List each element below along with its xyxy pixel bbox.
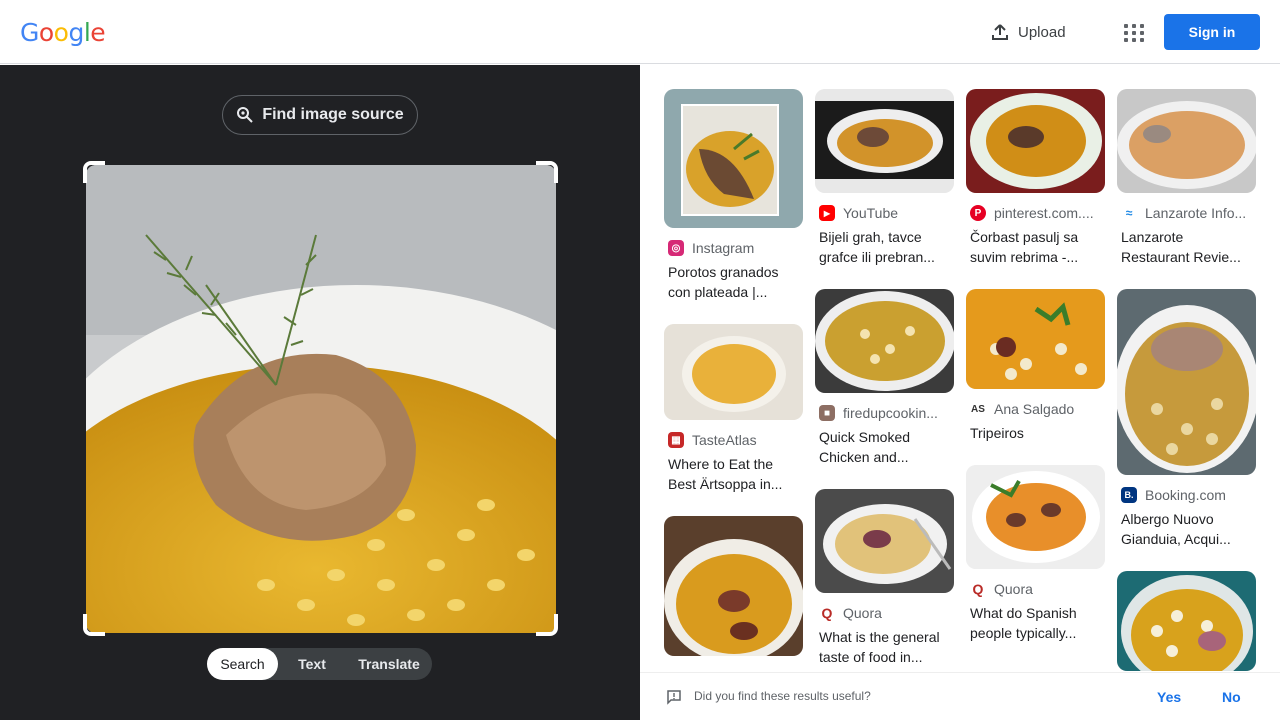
result-source-name: Lanzarote Info... xyxy=(1145,205,1247,221)
result-title[interactable]: What is the general taste of food in... xyxy=(819,627,951,667)
result-source-name: Quora xyxy=(994,581,1033,597)
top-bar: Google Upload Sign in xyxy=(0,0,1280,64)
result-source: ▦ TasteAtlas xyxy=(668,432,798,448)
find-image-source-label: Find image source xyxy=(262,106,404,123)
result-title[interactable]: Bijeli grah, tavce grafce ili prebran... xyxy=(819,227,951,267)
result-source-name: Instagram xyxy=(692,240,755,256)
result-source-name: firedupcookin... xyxy=(843,405,938,421)
result-thumbnail[interactable] xyxy=(966,289,1105,389)
logo-letter: e xyxy=(90,18,106,47)
result-thumbnail[interactable] xyxy=(1117,89,1256,193)
result-card[interactable]: Q Quora What do Spanish people typically… xyxy=(966,465,1106,643)
query-image-panel: Find image source Search Text Translate xyxy=(0,65,640,720)
result-source: P pinterest.com.... xyxy=(970,205,1100,221)
result-card[interactable]: ◎ Instagram Porotos granados con platead… xyxy=(664,89,804,302)
firedup-icon: ■ xyxy=(819,405,835,421)
booking-icon: B. xyxy=(1121,487,1137,503)
crop-handle-bottom-right[interactable] xyxy=(536,614,558,636)
logo-letter: o xyxy=(38,18,54,47)
feedback-yes-button[interactable]: Yes xyxy=(1157,689,1181,705)
find-image-source-button[interactable]: Find image source xyxy=(222,95,418,135)
result-thumbnail[interactable] xyxy=(1117,289,1256,475)
result-card[interactable]: AS Ana Salgado Tripeiros xyxy=(966,289,1106,463)
results-column: ▶ YouTube Bijeli grah, tavce grafce ili … xyxy=(815,89,955,667)
feedback-bar: Did you find these results useful? Yes N… xyxy=(640,672,1280,720)
crop-handle-top-right[interactable] xyxy=(536,161,558,183)
result-title[interactable]: Where to Eat the Best Ärtsoppa in... xyxy=(668,454,800,494)
tasteatlas-icon: ▦ xyxy=(668,432,684,448)
sign-in-button[interactable]: Sign in xyxy=(1164,14,1260,50)
quora-icon: Q xyxy=(819,605,835,621)
result-source: ■ firedupcookin... xyxy=(819,405,949,421)
result-title[interactable]: Albergo Nuovo Gianduia, Acqui... xyxy=(1121,509,1253,549)
result-title[interactable]: Lanzarote Restaurant Revie... xyxy=(1121,227,1253,267)
result-title[interactable]: What do Spanish people typically... xyxy=(970,603,1102,643)
result-thumbnail[interactable] xyxy=(664,516,803,656)
result-card[interactable]: P pinterest.com.... Čorbast pasulj sa su… xyxy=(966,89,1106,267)
youtube-icon: ▶ xyxy=(819,205,835,221)
result-thumbnail[interactable] xyxy=(966,89,1105,193)
result-card[interactable]: ≈ Lanzarote Info... Lanzarote Restaurant… xyxy=(1117,89,1257,267)
query-image[interactable] xyxy=(86,165,556,633)
logo-letter: G xyxy=(20,18,39,47)
result-thumbnail[interactable] xyxy=(664,89,803,228)
visual-matches-panel: ◎ Instagram Porotos granados con platead… xyxy=(640,65,1280,720)
tab-text[interactable]: Text xyxy=(278,648,346,680)
result-source-name: TasteAtlas xyxy=(692,432,757,448)
feedback-icon xyxy=(667,690,681,705)
result-source-name: Ana Salgado xyxy=(994,401,1075,417)
result-thumbnail[interactable] xyxy=(664,324,803,420)
result-card[interactable]: ■ firedupcookin... Quick Smoked Chicken … xyxy=(815,289,955,467)
instagram-icon: ◎ xyxy=(668,240,684,256)
crop-handle-top-left[interactable] xyxy=(83,161,105,183)
lens-search-icon xyxy=(237,107,254,123)
result-source-name: Quora xyxy=(843,605,882,621)
result-title[interactable]: Čorbast pasulj sa suvim rebrima -... xyxy=(970,227,1102,267)
result-source-name: Booking.com xyxy=(1145,487,1226,503)
crop-handle-bottom-left[interactable] xyxy=(83,614,105,636)
tab-translate[interactable]: Translate xyxy=(346,648,432,680)
result-source: ◎ Instagram xyxy=(668,240,798,256)
result-card[interactable]: Q Quora What is the general taste of foo… xyxy=(815,489,955,667)
feedback-question: Did you find these results useful? xyxy=(694,689,871,703)
apps-grid-icon[interactable] xyxy=(1118,18,1146,46)
result-card[interactable]: ▦ TasteAtlas Where to Eat the Best Ärtso… xyxy=(664,324,804,494)
google-logo[interactable]: Google xyxy=(20,18,106,47)
result-source: B. Booking.com xyxy=(1121,487,1251,503)
result-card[interactable]: B. Booking.com Albergo Nuovo Gianduia, A… xyxy=(1117,289,1257,549)
result-card[interactable] xyxy=(664,516,804,656)
result-source: AS Ana Salgado xyxy=(970,401,1100,417)
result-thumbnail[interactable] xyxy=(1117,571,1256,671)
results-column: P pinterest.com.... Čorbast pasulj sa su… xyxy=(966,89,1106,643)
upload-label: Upload xyxy=(1018,23,1066,41)
logo-letter: g xyxy=(68,18,84,47)
result-source: ≈ Lanzarote Info... xyxy=(1121,205,1251,221)
result-thumbnail[interactable] xyxy=(815,289,954,393)
upload-button[interactable]: Upload xyxy=(990,18,1066,46)
feedback-no-button[interactable]: No xyxy=(1222,689,1241,705)
result-title[interactable]: Tripeiros xyxy=(970,423,1102,463)
result-thumbnail[interactable] xyxy=(815,89,954,193)
result-title[interactable]: Quick Smoked Chicken and... xyxy=(819,427,951,467)
result-card[interactable]: ▶ YouTube Bijeli grah, tavce grafce ili … xyxy=(815,89,955,267)
mode-switcher: Search Text Translate xyxy=(207,648,432,680)
result-source-name: pinterest.com.... xyxy=(994,205,1094,221)
result-thumbnail[interactable] xyxy=(815,489,954,593)
result-source-name: YouTube xyxy=(843,205,899,221)
lanzarote-icon: ≈ xyxy=(1121,205,1137,221)
result-title[interactable]: Porotos granados con plateada |... xyxy=(668,262,800,302)
logo-letter: o xyxy=(53,18,69,47)
ana-salgado-icon: AS xyxy=(970,401,986,417)
result-source: Q Quora xyxy=(819,605,949,621)
tab-search[interactable]: Search xyxy=(207,648,278,680)
pinterest-icon: P xyxy=(970,205,986,221)
result-source: Q Quora xyxy=(970,581,1100,597)
quora-icon: Q xyxy=(970,581,986,597)
results-column: ◎ Instagram Porotos granados con platead… xyxy=(664,89,804,656)
result-source: ▶ YouTube xyxy=(819,205,949,221)
results-column: ≈ Lanzarote Info... Lanzarote Restaurant… xyxy=(1117,89,1257,671)
result-thumbnail[interactable] xyxy=(966,465,1105,569)
upload-icon xyxy=(992,24,1008,40)
result-card[interactable] xyxy=(1117,571,1257,671)
